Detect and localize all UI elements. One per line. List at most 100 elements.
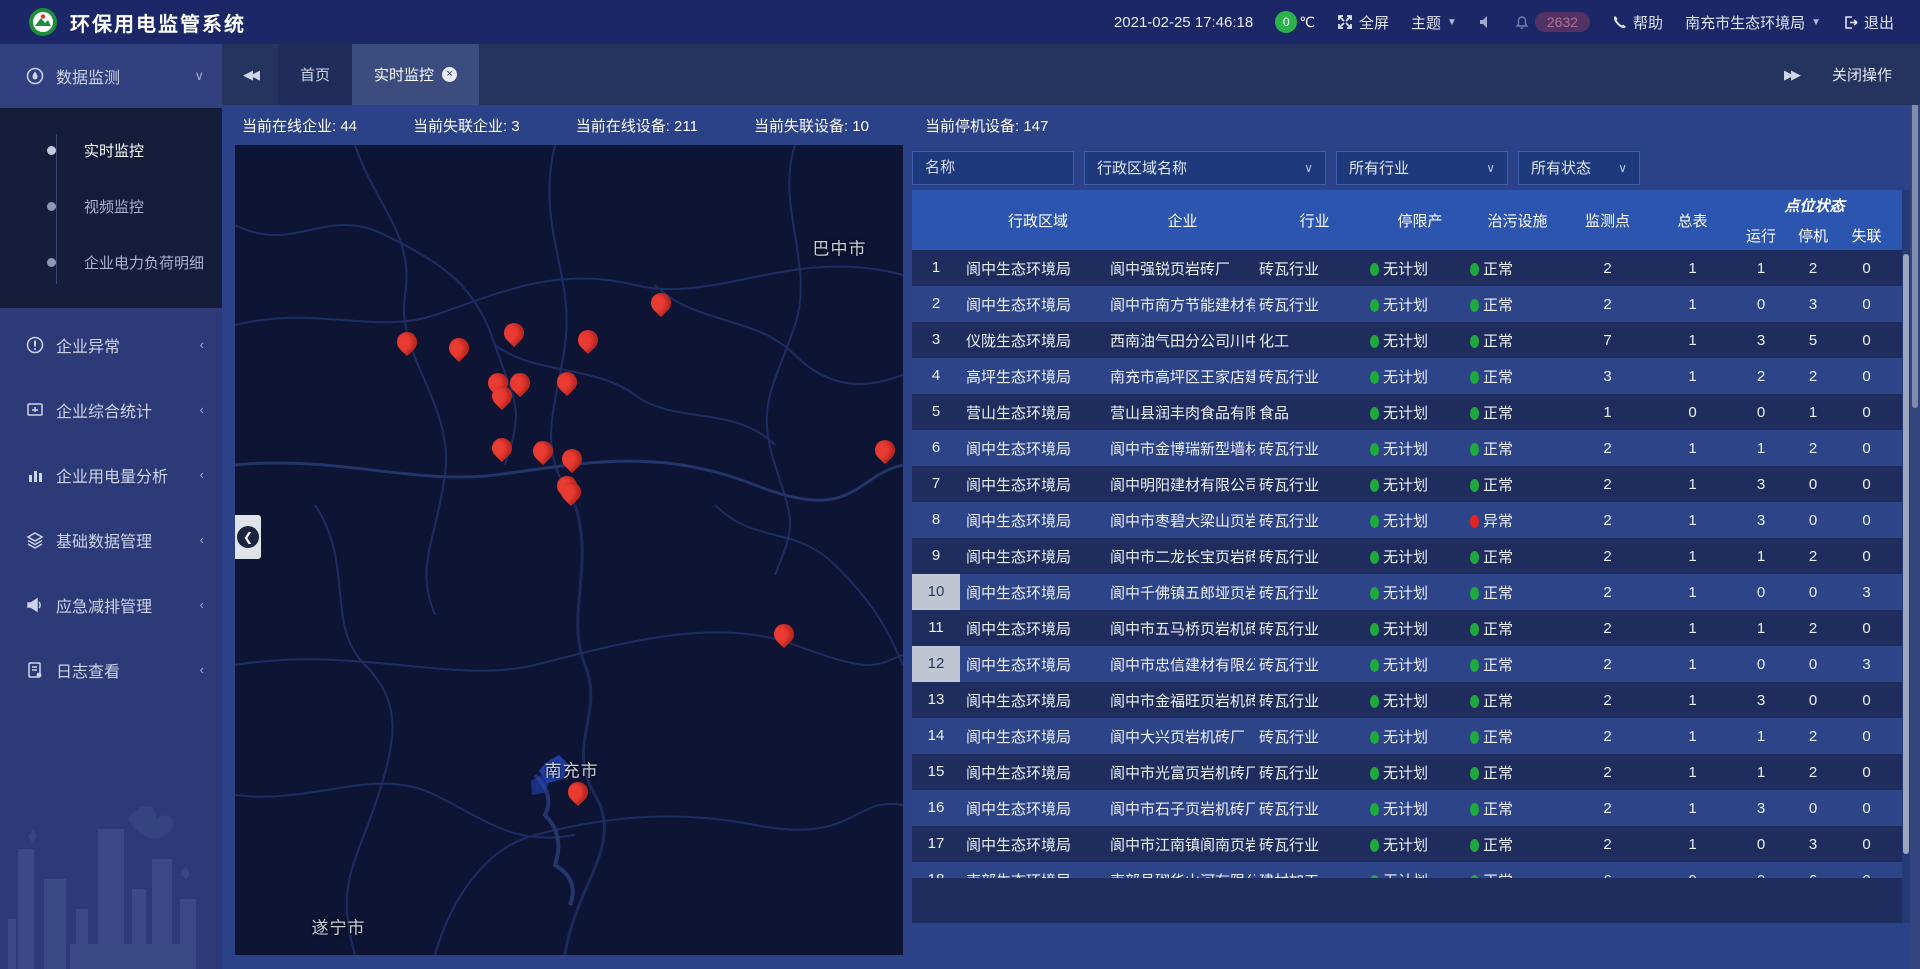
page-scrollbar[interactable]: [1910, 44, 1920, 969]
cell-meters: 0: [1650, 872, 1735, 879]
map-collapse-button[interactable]: ❮: [235, 515, 261, 559]
name-filter-input[interactable]: [912, 151, 1074, 185]
map-pin[interactable]: [557, 368, 577, 396]
table-row[interactable]: 15阆中生态环境局阆中市光富页岩机砖厂砖瓦行业无计划正常21120: [912, 754, 1910, 790]
megaphone-icon: [26, 596, 44, 614]
cell-meters: 1: [1650, 728, 1735, 745]
table-row[interactable]: 1阆中生态环境局阆中强锐页岩砖厂砖瓦行业无计划正常21120: [912, 250, 1910, 286]
city-skyline-decoration: [0, 759, 222, 969]
table-row[interactable]: 2阆中生态环境局阆中市南方节能建材有砖瓦行业无计划正常21030: [912, 286, 1910, 322]
status-filter-select[interactable]: 所有状态 ∨: [1518, 151, 1640, 185]
map-pin[interactable]: [449, 334, 469, 362]
table-row[interactable]: 7阆中生态环境局阆中明阳建材有限公司砖瓦行业无计划正常21300: [912, 466, 1910, 502]
fullscreen-button[interactable]: 全屏: [1337, 12, 1389, 33]
sidebar-item-log-view[interactable]: 日志查看 ‹: [0, 641, 222, 698]
map-pin[interactable]: [492, 434, 512, 462]
tabs-scroll-left-button[interactable]: ◀◀: [222, 44, 278, 105]
map-pin[interactable]: [504, 319, 524, 347]
sidebar-item-video-monitor[interactable]: 视频监控: [0, 178, 222, 234]
table-row[interactable]: 13阆中生态环境局阆中市金福旺页岩机砖砖瓦行业无计划正常21300: [912, 682, 1910, 718]
cell-run: 1: [1735, 764, 1787, 781]
sound-button[interactable]: [1479, 15, 1493, 29]
sidebar-item-enterprise-abnormal[interactable]: 企业异常 ‹: [0, 316, 222, 373]
map-pin[interactable]: [568, 778, 588, 806]
temperature-unit: ℃: [1299, 14, 1315, 31]
map-panel[interactable]: ❮ 巴中市南充市遂宁市: [235, 145, 903, 955]
tabs-scroll-right-button[interactable]: ▶▶: [1784, 67, 1798, 83]
industry-filter-select[interactable]: 所有行业 ∨: [1336, 151, 1508, 185]
table-row[interactable]: 16阆中生态环境局阆中市石子页岩机砖厂砖瓦行业无计划正常21300: [912, 790, 1910, 826]
table-row[interactable]: 4高坪生态环境局南充市高坪区王家店建砖瓦行业无计划正常31220: [912, 358, 1910, 394]
map-pin[interactable]: [510, 369, 530, 397]
table-row[interactable]: 14阆中生态环境局阆中大兴页岩机砖厂砖瓦行业无计划正常21120: [912, 718, 1910, 754]
status-dot-red: [1470, 515, 1479, 528]
region-filter-select[interactable]: 行政区域名称 ∨: [1084, 151, 1326, 185]
speaker-icon: [1479, 15, 1493, 29]
cell-limit-status: 无计划: [1370, 798, 1470, 819]
cell-stop: 3: [1787, 836, 1839, 853]
map-pin[interactable]: [875, 436, 895, 464]
cell-facility-status: 异常: [1470, 510, 1565, 531]
cell-lost: 0: [1839, 332, 1894, 349]
col-header-company: 企业: [1110, 190, 1255, 250]
map-pin[interactable]: [774, 620, 794, 648]
sidebar-item-realtime-monitor[interactable]: 实时监控: [0, 122, 222, 178]
sidebar-item-data-monitoring[interactable]: 数据监测 ∨: [0, 44, 222, 108]
cell-points: 2: [1565, 476, 1650, 493]
tab-close-icon[interactable]: ×: [442, 67, 457, 82]
cell-lost: 0: [1839, 692, 1894, 709]
cell-limit-status: 无计划: [1370, 762, 1470, 783]
map-pin[interactable]: [533, 437, 553, 465]
cell-company: 阆中强锐页岩砖厂: [1110, 258, 1255, 279]
table-row[interactable]: 10阆中生态环境局阆中千佛镇五郎垭页岩砖瓦行业无计划正常21003: [912, 574, 1910, 610]
table-row[interactable]: 18南部生态环境局南部县砌华山河有限公建材加工无计划正常60060: [912, 862, 1910, 878]
table-row[interactable]: 11阆中生态环境局阆中市五马桥页岩机砖砖瓦行业无计划正常21120: [912, 610, 1910, 646]
cell-points: 2: [1565, 800, 1650, 817]
table-row[interactable]: 12阆中生态环境局阆中市忠信建材有限公砖瓦行业无计划正常21003: [912, 646, 1910, 682]
table-row[interactable]: 3仪陇生态环境局西南油气田分公司川中化工无计划正常71350: [912, 322, 1910, 358]
cell-limit-status: 无计划: [1370, 834, 1470, 855]
table-row[interactable]: 9阆中生态环境局阆中市二龙长宝页岩砖砖瓦行业无计划正常21120: [912, 538, 1910, 574]
close-operations-button[interactable]: 关闭操作: [1832, 64, 1892, 85]
row-number: 17: [912, 826, 960, 862]
cell-facility-status: 正常: [1470, 762, 1565, 783]
tab-realtime-monitor[interactable]: 实时监控 ×: [352, 44, 479, 105]
logout-button[interactable]: 退出: [1843, 12, 1894, 33]
cell-region: 高坪生态环境局: [960, 366, 1110, 387]
map-pin[interactable]: [561, 478, 581, 506]
sidebar-item-power-analysis[interactable]: 企业用电量分析 ‹: [0, 446, 222, 503]
cell-region: 阆中生态环境局: [960, 798, 1110, 819]
status-dot-green: [1370, 623, 1379, 636]
status-dot-green: [1370, 299, 1379, 312]
status-dot-green: [1370, 335, 1379, 348]
cell-run: 0: [1735, 836, 1787, 853]
tab-home[interactable]: 首页: [278, 44, 352, 105]
cell-points: 7: [1565, 332, 1650, 349]
table-row[interactable]: 5营山生态环境局营山县润丰肉食品有限食品无计划正常10010: [912, 394, 1910, 430]
cell-stop: 6: [1787, 872, 1839, 879]
notifications-button[interactable]: 2632: [1515, 12, 1590, 32]
map-pin[interactable]: [397, 328, 417, 356]
table-row[interactable]: 6阆中生态环境局阆中市金博瑞新型墙材砖瓦行业无计划正常21120: [912, 430, 1910, 466]
cell-region: 阆中生态环境局: [960, 618, 1110, 639]
table-row[interactable]: 8阆中生态环境局阆中市枣碧大梁山页岩砖瓦行业无计划异常21300: [912, 502, 1910, 538]
map-pin[interactable]: [578, 326, 598, 354]
map-pin[interactable]: [651, 289, 671, 317]
cell-run: 1: [1735, 728, 1787, 745]
stat-item: 当前失联设备: 10: [754, 115, 869, 136]
chevron-left-icon: ‹: [200, 337, 204, 352]
stat-item: 当前失联企业: 3: [413, 115, 520, 136]
cell-region: 阆中生态环境局: [960, 474, 1110, 495]
table-scrollbar[interactable]: [1902, 190, 1910, 923]
cell-region: 阆中生态环境局: [960, 546, 1110, 567]
map-pin[interactable]: [562, 445, 582, 473]
sidebar-item-enterprise-statistics[interactable]: 企业综合统计 ‹: [0, 381, 222, 438]
table-row[interactable]: 17阆中生态环境局阆中市江南镇阆南页岩砖瓦行业无计划正常21030: [912, 826, 1910, 862]
cell-points: 2: [1565, 620, 1650, 637]
user-dropdown[interactable]: 南充市生态环境局▼: [1685, 12, 1821, 33]
sidebar-item-base-data[interactable]: 基础数据管理 ‹: [0, 511, 222, 568]
help-button[interactable]: 帮助: [1612, 12, 1663, 33]
theme-dropdown[interactable]: 主题▼: [1411, 12, 1457, 33]
sidebar-item-power-load-detail[interactable]: 企业电力负荷明细: [0, 234, 222, 290]
sidebar-item-emergency-reduction[interactable]: 应急减排管理 ‹: [0, 576, 222, 633]
